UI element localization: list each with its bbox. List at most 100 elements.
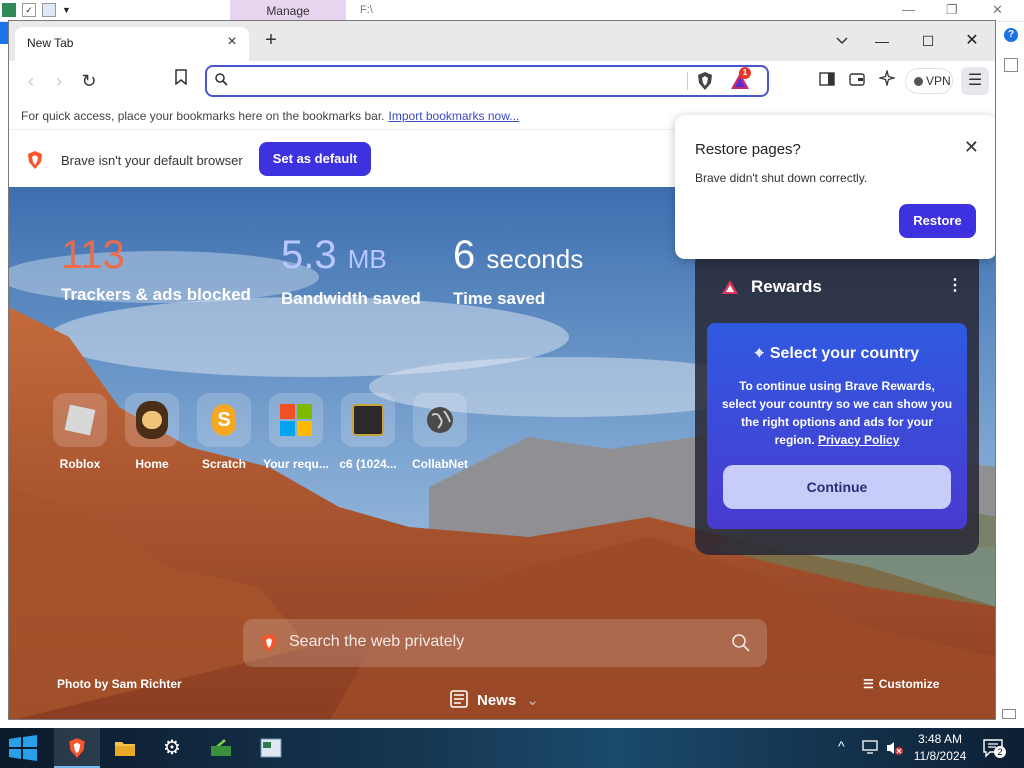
sidebar-icon[interactable]: [815, 69, 839, 93]
photo-credit[interactable]: Photo by Sam Richter: [57, 677, 182, 691]
top-site-roblox[interactable]: Roblox: [45, 393, 115, 471]
taskbar-file-explorer[interactable]: [102, 728, 148, 768]
app-icon: [211, 739, 231, 756]
brave-browser-window: New Tab × + — ☐ ✕ ‹ › ↻ 1 VPN ☰ For quic…: [8, 20, 996, 720]
minimize-button[interactable]: —: [867, 29, 897, 53]
reload-button[interactable]: ↻: [77, 69, 101, 93]
vpn-label: VPN: [926, 74, 951, 88]
time-saved-stat: 6 seconds Time saved: [453, 233, 583, 309]
top-site-label: Roblox: [59, 457, 101, 471]
explorer-minimize-icon[interactable]: —: [902, 2, 915, 17]
top-site-label: c6 (1024...: [339, 457, 397, 471]
manage-ribbon-tab[interactable]: Manage: [230, 0, 346, 22]
taskbar-brave[interactable]: [54, 728, 100, 768]
leo-ai-sparkle-icon[interactable]: [875, 68, 899, 93]
help-icon[interactable]: ?: [1004, 28, 1018, 42]
ntp-search-box[interactable]: Search the web privately: [243, 619, 767, 667]
clock-time[interactable]: 3:48 AM: [912, 732, 968, 746]
import-bookmarks-link[interactable]: Import bookmarks now...: [389, 109, 520, 123]
new-tab-button[interactable]: +: [259, 29, 283, 53]
forward-button[interactable]: ›: [47, 69, 71, 93]
network-icon[interactable]: [862, 740, 878, 754]
roblox-icon: [53, 393, 107, 447]
window-app-icon: [260, 738, 282, 758]
c6-icon: [341, 393, 395, 447]
top-site-home[interactable]: Home: [117, 393, 187, 471]
folder-icon: [115, 742, 135, 756]
properties-icon[interactable]: ✓: [22, 3, 36, 17]
clock-date[interactable]: 11/8/2024: [912, 749, 968, 763]
close-window-button[interactable]: ✕: [957, 29, 987, 53]
customize-label: Customize: [878, 677, 940, 691]
maximize-button[interactable]: ☐: [913, 29, 943, 53]
set-as-default-button[interactable]: Set as default: [259, 142, 371, 176]
top-site-scratch[interactable]: S Scratch: [189, 393, 259, 471]
search-icon[interactable]: [731, 633, 751, 653]
select-country-title-text: Select your country: [769, 345, 920, 362]
explorer-maximize-icon[interactable]: ❐: [946, 2, 958, 18]
close-icon[interactable]: ✕: [964, 137, 979, 158]
new-folder-icon[interactable]: [42, 3, 56, 17]
top-site-label: Scratch: [201, 457, 247, 471]
taskbar-settings[interactable]: ⚙: [150, 728, 196, 768]
rewards-badge: 1: [739, 67, 751, 79]
privacy-policy-link[interactable]: Privacy Policy: [818, 433, 899, 447]
brave-shields-icon[interactable]: [695, 71, 715, 91]
continue-button[interactable]: Continue: [723, 465, 951, 509]
vpn-status-icon: [914, 77, 923, 86]
explorer-path-label: F:\: [360, 4, 373, 16]
vpn-button[interactable]: VPN: [905, 68, 953, 94]
rewards-card: Rewards ⋮ ⌖ Select your country To contin…: [695, 249, 979, 555]
tab-close-icon[interactable]: ×: [223, 33, 241, 51]
news-icon: [450, 690, 468, 708]
main-menu-button[interactable]: ☰: [961, 67, 989, 95]
location-pin-icon: ⌖: [754, 345, 764, 362]
brave-lion-icon: [25, 150, 45, 170]
top-site-collabnet[interactable]: CollabNet: [405, 393, 475, 471]
tab-new-tab[interactable]: New Tab ×: [15, 27, 249, 61]
address-input[interactable]: [233, 71, 673, 91]
qat-dropdown-icon[interactable]: ▼: [62, 5, 71, 15]
tab-search-chevron-icon[interactable]: [827, 29, 857, 53]
time-label: Time saved: [453, 289, 546, 308]
volume-muted-icon[interactable]: [886, 740, 904, 756]
folder-icon[interactable]: [2, 3, 16, 17]
address-bar[interactable]: 1: [205, 65, 769, 97]
customize-sliders-icon: ☰: [863, 677, 874, 691]
wallet-icon[interactable]: [845, 69, 869, 93]
rewards-triangle-icon: [721, 278, 739, 296]
select-country-body: To continue using Brave Rewards, select …: [721, 377, 953, 449]
taskbar-app-green[interactable]: [198, 728, 244, 768]
explorer-file-tab[interactable]: [0, 22, 8, 44]
restore-pages-dialog: Restore pages? ✕ Brave didn't shut down …: [675, 115, 995, 259]
taskbar-app-window[interactable]: [248, 728, 294, 768]
more-options-icon[interactable]: ⋮: [947, 275, 963, 295]
gear-icon: ⚙: [163, 737, 181, 759]
restore-button[interactable]: Restore: [899, 204, 976, 238]
news-button[interactable]: News ⌄: [449, 689, 539, 709]
top-site-label: Home: [135, 457, 169, 471]
microsoft-icon: [269, 393, 323, 447]
restore-dialog-message: Brave didn't shut down correctly.: [695, 171, 868, 185]
start-button[interactable]: [6, 734, 40, 762]
browser-toolbar: ‹ › ↻ 1 VPN ☰: [9, 61, 995, 101]
top-site-label: Your requ...: [263, 457, 329, 471]
bandwidth-value: 5.3: [281, 233, 337, 277]
customize-button[interactable]: ☰ Customize: [863, 677, 939, 691]
back-button[interactable]: ‹: [19, 69, 43, 93]
bandwidth-stat: 5.3 MB Bandwidth saved: [281, 233, 421, 309]
time-value: 6: [453, 233, 476, 277]
top-site-your-requ[interactable]: Your requ...: [261, 393, 331, 471]
explorer-close-icon[interactable]: ✕: [992, 2, 1003, 18]
view-toggle-icon[interactable]: [1002, 709, 1016, 719]
bandwidth-unit: MB: [347, 244, 387, 274]
trackers-stat: 113 Trackers & ads blocked: [61, 233, 251, 305]
select-country-title: ⌖ Select your country: [707, 345, 967, 363]
explorer-titlebar: ✓ ▼ Manage F:\ — ❐ ✕: [0, 0, 1024, 22]
expand-ribbon-icon[interactable]: [1004, 58, 1018, 72]
bookmark-icon[interactable]: [169, 69, 193, 93]
top-site-c6[interactable]: c6 (1024...: [333, 393, 403, 471]
tray-overflow-chevron-icon[interactable]: ^: [838, 738, 845, 754]
quick-access-toolbar: ✓ ▼: [2, 3, 71, 17]
trackers-count: 113: [61, 233, 125, 277]
